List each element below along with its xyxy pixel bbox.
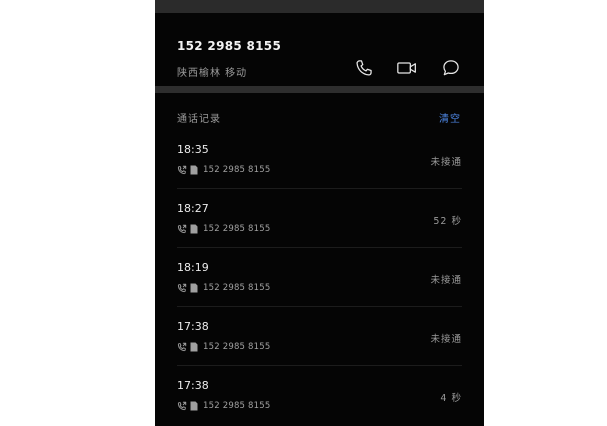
- outgoing-call-icon: [177, 165, 187, 175]
- call-number: 152 2985 8155: [203, 165, 271, 175]
- message-icon: [443, 60, 459, 76]
- video-call-button[interactable]: [394, 55, 420, 81]
- call-number: 152 2985 8155: [203, 342, 271, 352]
- call-log-title: 通话记录: [177, 114, 221, 125]
- call-button[interactable]: [351, 55, 377, 81]
- call-detail: 152 2985 8155: [177, 400, 271, 412]
- phone-icon: [356, 60, 372, 76]
- call-time: 18:27: [177, 202, 209, 215]
- contact-header: 152 2985 8155 陕西榆林 移动: [155, 13, 484, 86]
- call-time: 17:38: [177, 379, 209, 392]
- outgoing-call-icon: [177, 224, 187, 234]
- call-log-item[interactable]: 18:35 152 2985 8155 未接通: [177, 130, 462, 189]
- sim-card-icon: [190, 165, 198, 175]
- call-detail: 152 2985 8155: [177, 164, 271, 176]
- phone-screen: 152 2985 8155 陕西榆林 移动 通话记录 清空 18:35 152 …: [155, 0, 484, 426]
- call-status: 4 秒: [440, 393, 462, 404]
- sim-card-icon: [190, 224, 198, 234]
- section-divider: [155, 86, 484, 93]
- outgoing-call-icon: [177, 342, 187, 352]
- contact-location: 陕西榆林 移动: [177, 68, 248, 79]
- status-bar: [155, 0, 484, 13]
- call-status: 未接通: [430, 275, 462, 286]
- call-status: 未接通: [430, 157, 462, 168]
- call-time: 18:19: [177, 261, 209, 274]
- call-number: 152 2985 8155: [203, 224, 271, 234]
- call-log-list: 18:35 152 2985 8155 未接通 18:27 152 2985 8…: [155, 130, 484, 424]
- call-log-item[interactable]: 17:38 152 2985 8155 4 秒: [177, 366, 462, 424]
- call-number: 152 2985 8155: [203, 283, 271, 293]
- outgoing-call-icon: [177, 283, 187, 293]
- call-log-item[interactable]: 17:38 152 2985 8155 未接通: [177, 307, 462, 366]
- call-number: 152 2985 8155: [203, 401, 271, 411]
- clear-log-button[interactable]: 清空: [439, 110, 461, 125]
- call-log-header: 通话记录 清空: [155, 93, 484, 133]
- sim-card-icon: [190, 283, 198, 293]
- sim-card-icon: [190, 401, 198, 411]
- sim-card-icon: [190, 342, 198, 352]
- call-time: 17:38: [177, 320, 209, 333]
- call-detail: 152 2985 8155: [177, 223, 271, 235]
- call-log-item[interactable]: 18:27 152 2985 8155 52 秒: [177, 189, 462, 248]
- message-button[interactable]: [438, 55, 464, 81]
- outgoing-call-icon: [177, 401, 187, 411]
- call-status: 未接通: [430, 334, 462, 345]
- call-log-item[interactable]: 18:19 152 2985 8155 未接通: [177, 248, 462, 307]
- call-detail: 152 2985 8155: [177, 282, 271, 294]
- contact-number: 152 2985 8155: [177, 39, 282, 53]
- call-detail: 152 2985 8155: [177, 341, 271, 353]
- call-time: 18:35: [177, 143, 209, 156]
- video-icon: [397, 62, 416, 74]
- call-status: 52 秒: [433, 216, 462, 227]
